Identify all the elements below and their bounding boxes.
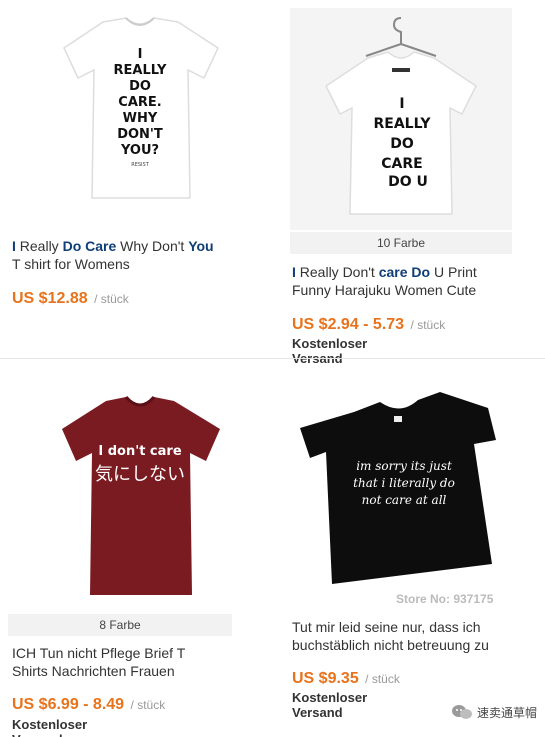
shirt4-text-2: not care at all: [362, 493, 447, 507]
shirt1-text-0: I: [138, 47, 143, 62]
product-title-3[interactable]: ICH Tun nicht Pflege Brief T Shirts Nach…: [12, 644, 277, 680]
watermark: 速卖通草帽: [451, 703, 537, 721]
title2-line2: Funny Harajuku Women Cute: [292, 282, 477, 298]
product-title-1[interactable]: I Really Do Care Why Don't You T shirt f…: [12, 237, 282, 273]
price-unit: / stück: [365, 672, 400, 686]
shirt3-text-1: 気にしない: [95, 464, 185, 485]
shirt2-text-4: DO U: [388, 174, 428, 190]
wechat-icon: [451, 705, 472, 719]
color-count-2[interactable]: 10 Farbe: [290, 232, 512, 254]
product-title-2[interactable]: I Really Don't care Do U Print Funny Har…: [292, 263, 537, 299]
shirt1-text-1: REALLY: [114, 63, 167, 78]
row-divider: [0, 358, 545, 359]
watermark-text: 速卖通草帽: [476, 705, 537, 720]
product-image-1[interactable]: I REALLY DO CARE. WHY DON'T YOU? RESIST: [8, 8, 273, 228]
price-amount: US $12.88: [12, 290, 88, 307]
title2-part-5: U Print: [430, 264, 477, 280]
price-unit: / stück: [94, 292, 129, 306]
tshirt-black-graphic: im sorry its just that i literally do no…: [300, 392, 496, 584]
shirt-label-icon: [392, 68, 410, 72]
title3-line2: Shirts Nachrichten Frauen: [12, 663, 175, 679]
shirt1-text-4: WHY: [123, 111, 158, 126]
price-amount: US $6.99 - 8.49: [12, 696, 125, 713]
price-amount: US $2.94 - 5.73: [292, 316, 405, 333]
product-title-4[interactable]: Tut mir leid seine nur, dass ich buchstä…: [292, 618, 542, 654]
shirt4-text-0: im sorry its just: [356, 459, 452, 473]
shirt2-text-3: CARE: [381, 156, 422, 172]
title4-line1: Tut mir leid seine nur, dass ich: [292, 619, 481, 635]
store-number: Store No: 937175: [396, 592, 494, 606]
title4-line2: buchstäblich nicht betreuung zu: [292, 637, 489, 653]
shipping-label-4: Kostenloser Versand: [292, 690, 368, 720]
shirt1-text-6: YOU?: [120, 143, 159, 158]
product-price-3: US $6.99 - 8.49 / stück: [12, 696, 165, 714]
shipping-label-2: Kostenloser Versand: [292, 336, 368, 366]
tshirt-maroon-graphic: I don't care 気にしない: [62, 395, 220, 595]
title3-line1: ICH Tun nicht Pflege Brief T: [12, 645, 186, 661]
title1-line2: T shirt for Womens: [12, 256, 130, 272]
title2-part-2: care: [378, 264, 408, 280]
tshirt-white-graphic: I REALLY DO CARE. WHY DON'T YOU? RESIST: [63, 17, 219, 199]
product-price-1: US $12.88 / stück: [12, 290, 129, 308]
shirt1-text-5: DON'T: [117, 127, 163, 142]
product-image-4[interactable]: im sorry its just that i literally do no…: [292, 378, 517, 610]
shirt2-text-0: I: [399, 96, 404, 112]
price-unit: / stück: [130, 698, 166, 712]
title1-part-1: Really: [15, 238, 63, 254]
title1-part-4: You: [188, 238, 214, 254]
title2-part-4: Do: [411, 264, 431, 280]
shirt2-text-2: DO: [390, 136, 414, 152]
product-image-2[interactable]: I REALLY DO CARE DO U: [290, 8, 512, 230]
tshirt-hanging-graphic: I REALLY DO CARE DO U: [325, 17, 477, 215]
price-unit: / stück: [410, 318, 446, 332]
shirt1-text-2: DO: [129, 79, 151, 94]
price-amount: US $9.35: [292, 670, 359, 687]
title1-part-2: Do Care: [62, 238, 117, 254]
shirt-tag-icon: [394, 416, 402, 422]
product-price-4: US $9.35 / stück: [292, 670, 400, 688]
title2-part-1: Really Don't: [295, 264, 379, 280]
product-image-3[interactable]: I don't care 気にしない: [8, 395, 273, 605]
product-price-2: US $2.94 - 5.73 / stück: [292, 316, 445, 334]
shipping-label-3: Kostenloser Versand: [12, 717, 88, 737]
shirt2-text-1: REALLY: [374, 116, 432, 132]
shirt3-text-0: I don't care: [98, 444, 181, 459]
shirt1-text-3: CARE.: [118, 95, 161, 110]
shirt4-text-1: that i literally do: [353, 476, 455, 490]
color-count-3[interactable]: 8 Farbe: [8, 614, 232, 636]
title1-part-3: Why Don't: [116, 238, 189, 254]
shirt1-subtext: RESIST: [131, 162, 149, 168]
